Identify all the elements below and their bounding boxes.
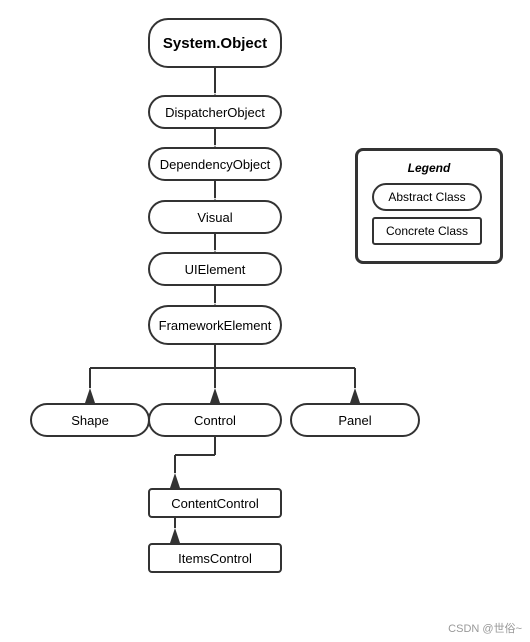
node-items-control: ItemsControl	[148, 543, 282, 573]
node-shape: Shape	[30, 403, 150, 437]
legend-title: Legend	[372, 161, 486, 175]
node-dispatcher-object: DispatcherObject	[148, 95, 282, 129]
legend-concrete-class: Concrete Class	[372, 217, 482, 245]
watermark: CSDN @世俗~	[448, 620, 522, 636]
node-content-control: ContentControl	[148, 488, 282, 518]
node-ui-element: UIElement	[148, 252, 282, 286]
diagram-container: System.Object DispatcherObject Dependenc…	[0, 0, 530, 642]
node-framework-element: FrameworkElement	[148, 305, 282, 345]
node-system-object: System.Object	[148, 18, 282, 68]
node-control: Control	[148, 403, 282, 437]
legend-abstract-class: Abstract Class	[372, 183, 482, 211]
legend-box: Legend Abstract Class Concrete Class	[355, 148, 503, 264]
node-visual: Visual	[148, 200, 282, 234]
node-dependency-object: DependencyObject	[148, 147, 282, 181]
node-panel: Panel	[290, 403, 420, 437]
